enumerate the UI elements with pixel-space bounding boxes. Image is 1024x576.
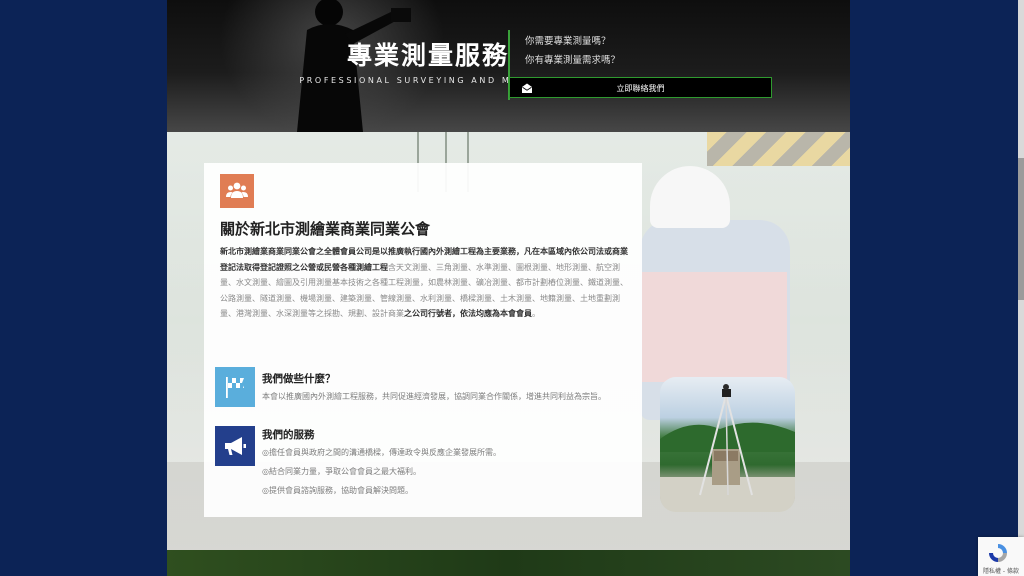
users-group-icon: [220, 174, 254, 208]
page-scrollbar[interactable]: [1018, 0, 1024, 576]
about-title: 關於新北市測繪業商業同業公會: [220, 220, 431, 238]
recaptcha-icon: [989, 544, 1007, 562]
service-item: ◎擔任會員與政府之間的溝通橋樑，傳達政令與反應企業發展所需。: [262, 448, 501, 457]
hero-banner: 專業測量服務 PROFESSIONAL SURVEYING AND MAPPIN…: [167, 0, 850, 132]
service-item: ◎結合同業力量，爭取公會會員之最大福利。: [262, 467, 421, 476]
surveying-tripod-photo: [660, 377, 795, 512]
what-we-do-text: 本會以推廣國內外測繪工程服務，共同促進經濟發展，協調同業合作關係，增進共同利益為…: [262, 392, 606, 401]
recaptcha-text: 隱私權 - 條款: [983, 568, 1019, 575]
contact-us-button[interactable]: 立即聯絡我們: [509, 77, 772, 98]
background-barrier: [707, 132, 850, 166]
services-title: 我們的服務: [262, 429, 315, 441]
about-end-bold: 之公司行號者，依法均應為本會會員: [404, 309, 532, 318]
background-worker-helmet: [650, 166, 730, 228]
megaphone-icon: [215, 426, 255, 466]
recaptcha-badge[interactable]: 隱私權 - 條款: [978, 537, 1024, 576]
page-container: 專業測量服務 PROFESSIONAL SURVEYING AND MAPPIN…: [167, 0, 850, 576]
contact-us-label: 立即聯絡我們: [616, 84, 665, 93]
hero-question-1: 你需要專業測量嗎？: [525, 36, 611, 47]
background-worker-vest: [642, 272, 787, 382]
what-we-do-title: 我們做些什麼？: [262, 373, 336, 385]
about-period: 。: [532, 309, 540, 318]
about-section: 關於新北市測繪業商業同業公會 新北市測繪業商業同業公會之全體會員公司是以推廣執行…: [167, 132, 850, 550]
about-card: 關於新北市測繪業商業同業公會 新北市測繪業商業同業公會之全體會員公司是以推廣執行…: [204, 163, 642, 517]
service-item: ◎提供會員諮詢服務，協助會員解決問題。: [262, 486, 413, 495]
scrollbar-thumb[interactable]: [1018, 158, 1024, 300]
about-description: 新北市測繪業商業同業公會之全體會員公司是以推廣執行國內外測繪工程為主要業務，凡在…: [220, 244, 632, 322]
checkered-flag-icon: [215, 367, 255, 407]
bottom-background-strip: [167, 550, 850, 576]
hero-question-2: 你有專業測量需求嗎？: [525, 55, 621, 66]
